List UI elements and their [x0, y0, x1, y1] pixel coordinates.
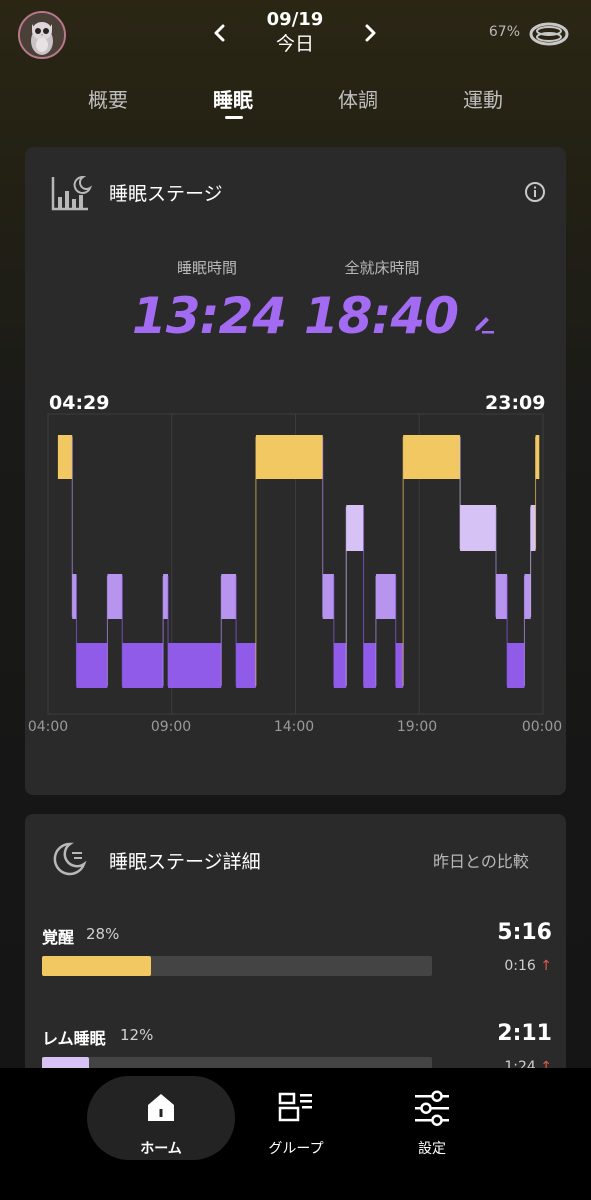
- nav-group[interactable]: グループ: [222, 1076, 370, 1160]
- bed-time-value: 18:40: [303, 287, 459, 345]
- detail-title: 睡眠ステージ詳細: [109, 851, 261, 873]
- x-tick-0000: 00:00: [521, 719, 563, 735]
- chart-segment-light: [524, 574, 531, 619]
- chart-segment-awake: [57, 435, 73, 479]
- chart-segment-rem: [530, 505, 536, 551]
- chart-segment-awake: [403, 435, 461, 479]
- detail-pct-awake: 28%: [86, 925, 120, 943]
- x-tick-1900: 19:00: [396, 719, 438, 735]
- bar-fill-awake: [42, 956, 152, 976]
- detail-duration-awake: 5:16: [497, 920, 552, 945]
- home-icon: [144, 1090, 178, 1128]
- next-day-button[interactable]: [359, 20, 381, 46]
- nav-home[interactable]: ホーム: [87, 1076, 235, 1160]
- compare-label[interactable]: 昨日との比較: [433, 848, 529, 872]
- group-icon: [276, 1090, 316, 1128]
- chart-segment-rem: [460, 505, 496, 551]
- detail-diff-awake: 0:16 ↑: [504, 958, 552, 974]
- nav-group-label: グループ: [268, 1141, 324, 1157]
- top-bar: 09/19 今日 67%: [0, 0, 591, 70]
- diff-value: 0:16: [504, 958, 536, 974]
- tab-bar: 概要 睡眠 体調 運動: [0, 84, 591, 124]
- sleep-hypnogram-chart: [47, 413, 544, 715]
- nav-settings[interactable]: 設定: [358, 1076, 506, 1160]
- chart-segment-deep: [363, 643, 376, 688]
- chevron-left-icon: [214, 24, 225, 42]
- date-display[interactable]: 09/19 今日: [245, 8, 345, 56]
- detail-name-awake: 覚醒: [42, 928, 75, 947]
- date-sub-label: 今日: [275, 33, 314, 55]
- tab-condition[interactable]: 体調: [313, 84, 403, 116]
- active-tab-indicator: [225, 116, 243, 119]
- edit-icon[interactable]: [470, 309, 496, 339]
- sleep-stage-card: 睡眠ステージ 睡眠時間 全就床時間 13:24 18:40 04:29 23:0…: [25, 147, 566, 795]
- tab-overview[interactable]: 概要: [63, 84, 153, 116]
- bar-track-awake: [42, 956, 432, 976]
- chart-segment-light: [322, 574, 334, 619]
- x-tick-0900: 09:00: [150, 719, 192, 735]
- chart-segment-light: [107, 574, 123, 619]
- chart-segment-deep: [333, 643, 347, 688]
- nav-home-label: ホーム: [140, 1141, 182, 1157]
- chart-segment-light: [72, 574, 77, 619]
- avatar[interactable]: [18, 11, 66, 59]
- sleep-time-value: 13:24: [131, 287, 287, 345]
- info-icon[interactable]: [524, 181, 546, 207]
- detail-pct-rem: 12%: [120, 1026, 154, 1044]
- previous-day-button[interactable]: [209, 20, 231, 46]
- bed-time-label: 全就床時間: [344, 259, 420, 277]
- owl-avatar-icon: [20, 13, 64, 57]
- detail-name-rem: レム睡眠: [42, 1029, 106, 1048]
- chart-segment-light: [375, 574, 396, 619]
- chart-segment-deep: [507, 643, 525, 688]
- nav-settings-label: 設定: [418, 1141, 446, 1157]
- sleep-stage-title: 睡眠ステージ: [109, 183, 223, 205]
- chart-segment-deep: [236, 643, 256, 688]
- arrow-up-icon: ↑: [540, 958, 552, 974]
- chart-segment-deep: [122, 643, 164, 688]
- x-tick-0400: 04:00: [27, 719, 69, 735]
- chart-segment-light: [495, 574, 508, 619]
- chart-segment-light: [221, 574, 237, 619]
- tab-sleep[interactable]: 睡眠: [188, 84, 278, 116]
- battery-level: 67%: [488, 24, 520, 40]
- chart-segment-deep: [76, 643, 108, 688]
- tab-exercise[interactable]: 運動: [438, 84, 528, 116]
- chart-segment-light: [163, 574, 169, 619]
- ring-device-icon[interactable]: [528, 18, 570, 54]
- sleep-time-label: 睡眠時間: [176, 259, 237, 277]
- detail-duration-rem: 2:11: [497, 1021, 552, 1046]
- chevron-right-icon: [365, 24, 376, 42]
- chart-segment-deep: [168, 643, 222, 688]
- settings-sliders-icon: [413, 1090, 451, 1130]
- chart-segment-deep: [395, 643, 404, 688]
- chart-segment-awake: [255, 435, 323, 479]
- date-label: 09/19: [266, 9, 324, 30]
- chart-segment-awake: [535, 435, 540, 479]
- x-tick-1400: 14:00: [273, 719, 315, 735]
- sleep-chart-icon: [50, 173, 93, 217]
- bottom-navigation: ホーム グループ 設定: [0, 1068, 591, 1200]
- moon-icon: [50, 840, 88, 882]
- chart-segment-rem: [346, 505, 364, 551]
